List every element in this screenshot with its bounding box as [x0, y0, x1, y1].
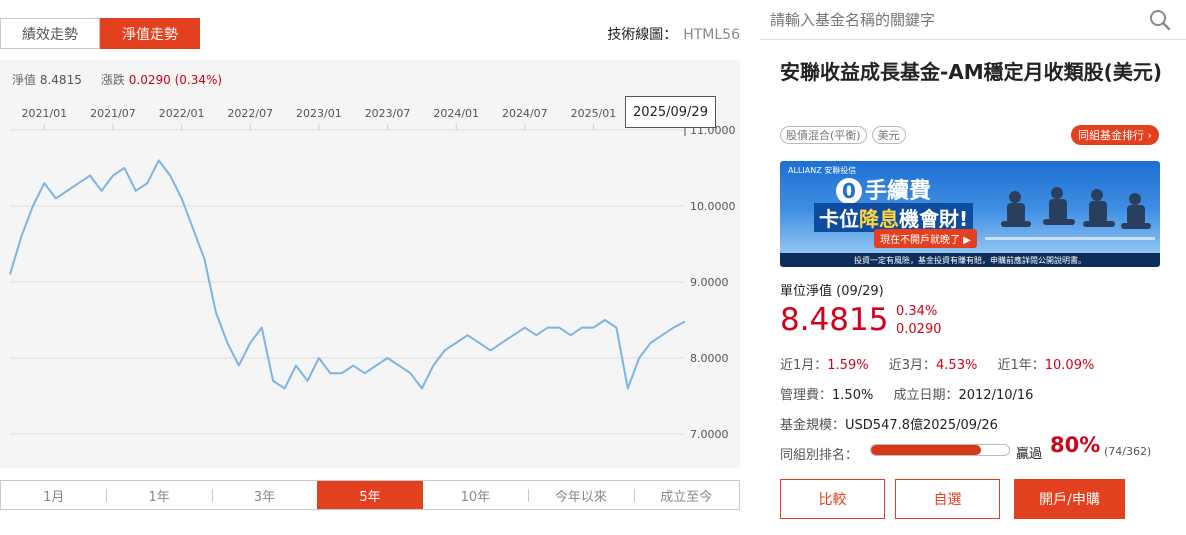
y-tick-label: 7.0000	[690, 428, 729, 441]
fee-value: 1.50%	[832, 388, 874, 403]
range-3y[interactable]: 3年	[211, 481, 317, 509]
unit-nav-value: 8.4815	[780, 302, 889, 338]
returns-row: 近1月：1.59% 近3月：4.53% 近1年：10.09%	[780, 354, 1094, 373]
fund-tags: 股債混合(平衡) 美元	[780, 126, 906, 144]
range-selector: 1月 1年 3年 5年 10年 今年以來 成立至今	[0, 480, 740, 510]
return-1m-label: 近1月：	[780, 358, 828, 373]
inception-label: 成立日期：	[893, 388, 959, 403]
size-row: 基金規模：USD547.8億2025/09/26	[780, 414, 998, 433]
nav-chart[interactable]: 11.0000 10.0000 9.0000 8.0000 7.0000 2021/01 2…	[0, 60, 740, 468]
x-tick-label: 2021/01	[21, 107, 67, 120]
unit-nav-change-pct: 0.34%	[896, 304, 938, 319]
fund-name: 安聯收益成長基金-AM穩定月收類股(美元)	[780, 60, 1162, 84]
fund-size-value: USD547.8億2025/09/26	[845, 418, 998, 433]
return-1y: 10.09%	[1044, 358, 1095, 373]
watchlist-button[interactable]: 自選	[895, 479, 1000, 519]
x-tick-label: 2024/01	[433, 107, 479, 120]
rank-count: (74/362)	[1104, 445, 1152, 458]
return-3m-label: 近3月：	[888, 358, 937, 373]
range-ytd[interactable]: 今年以來	[528, 481, 633, 509]
banner-zero-badge: 0	[836, 178, 862, 204]
runners-illustration	[985, 187, 1155, 240]
tech-chart-label: 技術線圖：	[607, 27, 678, 43]
tab-nav-trend[interactable]: 淨值走勢	[100, 18, 200, 49]
x-tick-label: 2022/01	[159, 107, 205, 120]
range-since-inception[interactable]: 成立至今	[633, 481, 739, 509]
rank-beat-label: 贏過	[1016, 447, 1043, 462]
unit-nav-change: 0.34% 0.0290	[896, 303, 942, 339]
page: 績效走勢 淨值走勢 技術線圖： HTML56 11.0000 10.0000 9.00…	[0, 0, 1186, 535]
banner-headline-1: 0 手續費	[836, 173, 931, 205]
x-tick-label: 2023/01	[296, 107, 342, 120]
unit-nav-change-abs: 0.0290	[896, 322, 942, 337]
open-account-buy-button[interactable]: 開戶/申購	[1014, 479, 1125, 519]
unit-nav-label: 單位淨值 (09/29)	[780, 284, 884, 299]
tab-performance[interactable]: 績效走勢	[0, 18, 100, 49]
tag-currency[interactable]: 美元	[871, 126, 906, 144]
peer-ranking-link[interactable]: 同組基金排行 ›	[1071, 125, 1159, 145]
search-icon[interactable]	[1148, 8, 1172, 32]
x-tick-label: 2023/07	[365, 107, 411, 120]
fee-date-row: 管理費：1.50% 成立日期：2012/10/16	[780, 384, 1033, 403]
range-1y[interactable]: 1年	[106, 481, 211, 509]
x-tick-label: 2022/07	[227, 107, 273, 120]
nav-value: 8.4815	[39, 73, 82, 87]
search-input[interactable]	[770, 5, 1140, 35]
fund-info-panel: 安聯收益成長基金-AM穩定月收類股(美元) 股債混合(平衡) 美元 同組基金排行…	[760, 0, 1186, 535]
banner-disclaimer: 投資一定有風險，基金投資有賺有賠，申購前應詳閱公開說明書。	[780, 253, 1160, 267]
banner-headline-2a: 卡位	[819, 207, 859, 231]
nav-label: 淨值	[12, 73, 37, 87]
x-tick-label: 2021/07	[90, 107, 136, 120]
banner-headline-2: 卡位降息機會財!	[814, 203, 974, 232]
change-label: 漲跌	[100, 73, 125, 87]
search-bar	[760, 0, 1186, 40]
tech-chart-selector[interactable]: 技術線圖： HTML56	[607, 24, 740, 44]
return-3m: 4.53%	[936, 358, 978, 373]
banner-cta: 現在不開戶就晚了 ▶	[874, 229, 977, 248]
inception-date: 2012/10/16	[958, 388, 1034, 403]
tech-chart-value[interactable]: HTML56	[683, 27, 740, 43]
rank-progress-bar	[870, 444, 1010, 456]
y-tick-label: 8.0000	[690, 352, 729, 365]
banner-headline-2c: 機會財!	[899, 207, 969, 231]
return-1m: 1.59%	[827, 358, 869, 373]
nav-series-line	[9, 159, 686, 390]
nav-summary: 淨值 8.4815 漲跌 0.0290 (0.34%)	[12, 71, 222, 88]
chart-tabs: 績效走勢 淨值走勢	[0, 18, 200, 49]
banner-headline-2b: 降息	[859, 207, 899, 231]
fund-size-label: 基金規模：	[780, 418, 846, 433]
chart-panel: 績效走勢 淨值走勢 技術線圖： HTML56 11.0000 10.0000 9.00…	[0, 0, 760, 535]
banner-fee-text: 手續費	[865, 179, 932, 204]
tag-category[interactable]: 股債混合(平衡)	[780, 126, 867, 144]
fee-label: 管理費：	[780, 388, 833, 403]
range-1m[interactable]: 1月	[1, 481, 106, 509]
chart-tooltip: 2025/09/29	[625, 96, 716, 128]
change-value: 0.0290 (0.34%)	[128, 73, 223, 87]
rank-percent: 80%	[1050, 433, 1101, 457]
x-tick-label: 2024/07	[502, 107, 548, 120]
y-tick-label: 10.0000	[690, 200, 736, 213]
promo-banner[interactable]: ALLIANZ 安聯投信 0 手續費 卡位降息機會財! 現在不開戶就晚了 ▶ 投資…	[780, 161, 1160, 267]
return-1y-label: 近1年：	[997, 358, 1045, 373]
rank-label: 同組別排名：	[780, 448, 859, 463]
range-5y[interactable]: 5年	[317, 481, 423, 509]
x-tick-label: 2025/01	[571, 107, 617, 120]
y-tick-label: 9.0000	[690, 276, 729, 289]
range-10y[interactable]: 10年	[423, 481, 528, 509]
compare-button[interactable]: 比較	[780, 479, 885, 519]
rank-progress-fill	[871, 445, 982, 455]
